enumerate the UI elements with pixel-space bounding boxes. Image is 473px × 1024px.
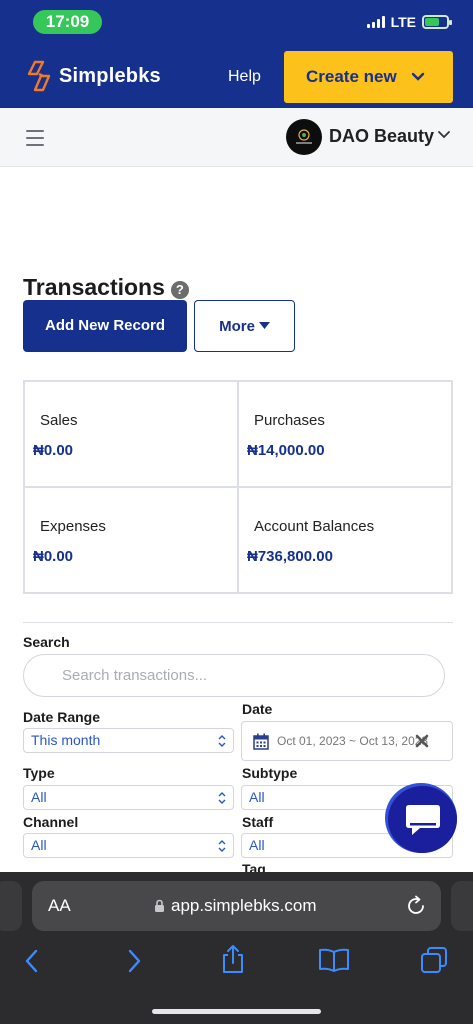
caret-down-icon bbox=[258, 322, 270, 329]
summary-label: Sales bbox=[40, 412, 78, 429]
date-value: Oct 01, 2023 ~ Oct 13, 2023 bbox=[277, 734, 429, 748]
reload-icon[interactable] bbox=[405, 895, 427, 917]
previous-tab[interactable] bbox=[0, 881, 22, 931]
chat-icon bbox=[405, 804, 440, 835]
network-label: LTE bbox=[390, 14, 416, 30]
battery-icon bbox=[422, 15, 452, 29]
date-range-label: Date Range bbox=[23, 709, 101, 725]
summary-label: Expenses bbox=[40, 518, 106, 535]
date-label: Date bbox=[242, 701, 273, 717]
help-icon[interactable]: ? bbox=[170, 280, 189, 299]
date-range-select[interactable]: This month bbox=[23, 728, 234, 753]
summary-card-account-balances[interactable]: Account Balances ₦736,800.00 bbox=[238, 487, 452, 593]
brand-logo[interactable]: Simplebks bbox=[25, 60, 161, 92]
business-name[interactable]: DAO Beauty bbox=[329, 126, 434, 147]
search-input[interactable] bbox=[23, 654, 445, 697]
more-label: More bbox=[219, 317, 255, 335]
lock-icon bbox=[155, 899, 164, 912]
type-value: All bbox=[31, 789, 47, 805]
channel-select[interactable]: All bbox=[23, 833, 234, 858]
summary-value: ₦0.00 bbox=[33, 442, 74, 459]
updown-chevron-icon bbox=[218, 735, 226, 747]
summary-value: ₦0.00 bbox=[33, 548, 74, 565]
create-new-label: Create new bbox=[306, 67, 397, 86]
create-new-button[interactable]: Create new bbox=[284, 51, 453, 103]
channel-value: All bbox=[31, 837, 47, 853]
signal-icon bbox=[366, 16, 385, 28]
forward-icon[interactable] bbox=[124, 948, 144, 974]
search-label: Search bbox=[23, 634, 70, 650]
summary-label: Account Balances bbox=[254, 518, 375, 535]
subtype-value: All bbox=[249, 789, 265, 805]
status-time: 17:09 bbox=[33, 10, 102, 34]
chat-button[interactable] bbox=[388, 786, 457, 853]
subtype-label: Subtype bbox=[242, 765, 298, 781]
summary-card-expenses[interactable]: Expenses ₦0.00 bbox=[24, 487, 238, 593]
chevron-down-icon bbox=[411, 72, 424, 81]
type-select[interactable]: All bbox=[23, 785, 234, 810]
updown-chevron-icon bbox=[218, 792, 226, 804]
summary-value: ₦14,000.00 bbox=[247, 442, 325, 459]
business-avatar[interactable] bbox=[286, 119, 322, 155]
bookmarks-icon[interactable] bbox=[318, 948, 350, 972]
date-range-value: This month bbox=[31, 732, 101, 748]
summary-grid: Sales ₦0.00 Purchases ₦14,000.00 Expense… bbox=[23, 380, 453, 594]
updown-chevron-icon bbox=[218, 840, 226, 852]
reader-settings-button[interactable]: AA bbox=[48, 896, 71, 916]
add-new-record-button[interactable]: Add New Record bbox=[23, 300, 187, 352]
brand-name: Simplebks bbox=[59, 64, 161, 87]
summary-label: Purchases bbox=[254, 412, 325, 429]
home-indicator bbox=[152, 1009, 321, 1014]
type-label: Type bbox=[23, 765, 55, 781]
page-title-text: Transactions bbox=[23, 274, 165, 300]
tabs-icon[interactable] bbox=[420, 946, 448, 974]
back-icon[interactable] bbox=[22, 948, 42, 974]
date-picker[interactable]: Oct 01, 2023 ~ Oct 13, 2023 bbox=[241, 721, 453, 761]
browser-nav-row bbox=[0, 944, 473, 978]
page-title: Transactions ? bbox=[23, 274, 189, 301]
summary-card-purchases[interactable]: Purchases ₦14,000.00 bbox=[238, 381, 452, 487]
calendar-icon bbox=[253, 733, 269, 750]
account-bar: DAO Beauty bbox=[0, 108, 473, 167]
summary-value: ₦736,800.00 bbox=[247, 548, 333, 565]
channel-label: Channel bbox=[23, 814, 79, 830]
status-indicators: LTE bbox=[366, 14, 452, 30]
chevron-down-icon[interactable] bbox=[437, 130, 451, 140]
url-display[interactable]: app.simplebks.com bbox=[154, 896, 317, 916]
summary-card-sales[interactable]: Sales ₦0.00 bbox=[24, 381, 238, 487]
avatar-logo-icon bbox=[296, 129, 312, 144]
next-tab[interactable] bbox=[451, 881, 473, 931]
section-divider bbox=[23, 622, 453, 623]
clear-icon[interactable] bbox=[414, 733, 430, 749]
help-link[interactable]: Help bbox=[228, 68, 261, 86]
logo-icon bbox=[27, 60, 51, 92]
url-text: app.simplebks.com bbox=[171, 896, 317, 915]
menu-icon[interactable] bbox=[26, 130, 44, 146]
staff-value: All bbox=[249, 837, 265, 853]
staff-label: Staff bbox=[242, 814, 274, 830]
more-button[interactable]: More bbox=[194, 300, 295, 352]
share-icon[interactable] bbox=[220, 944, 246, 974]
